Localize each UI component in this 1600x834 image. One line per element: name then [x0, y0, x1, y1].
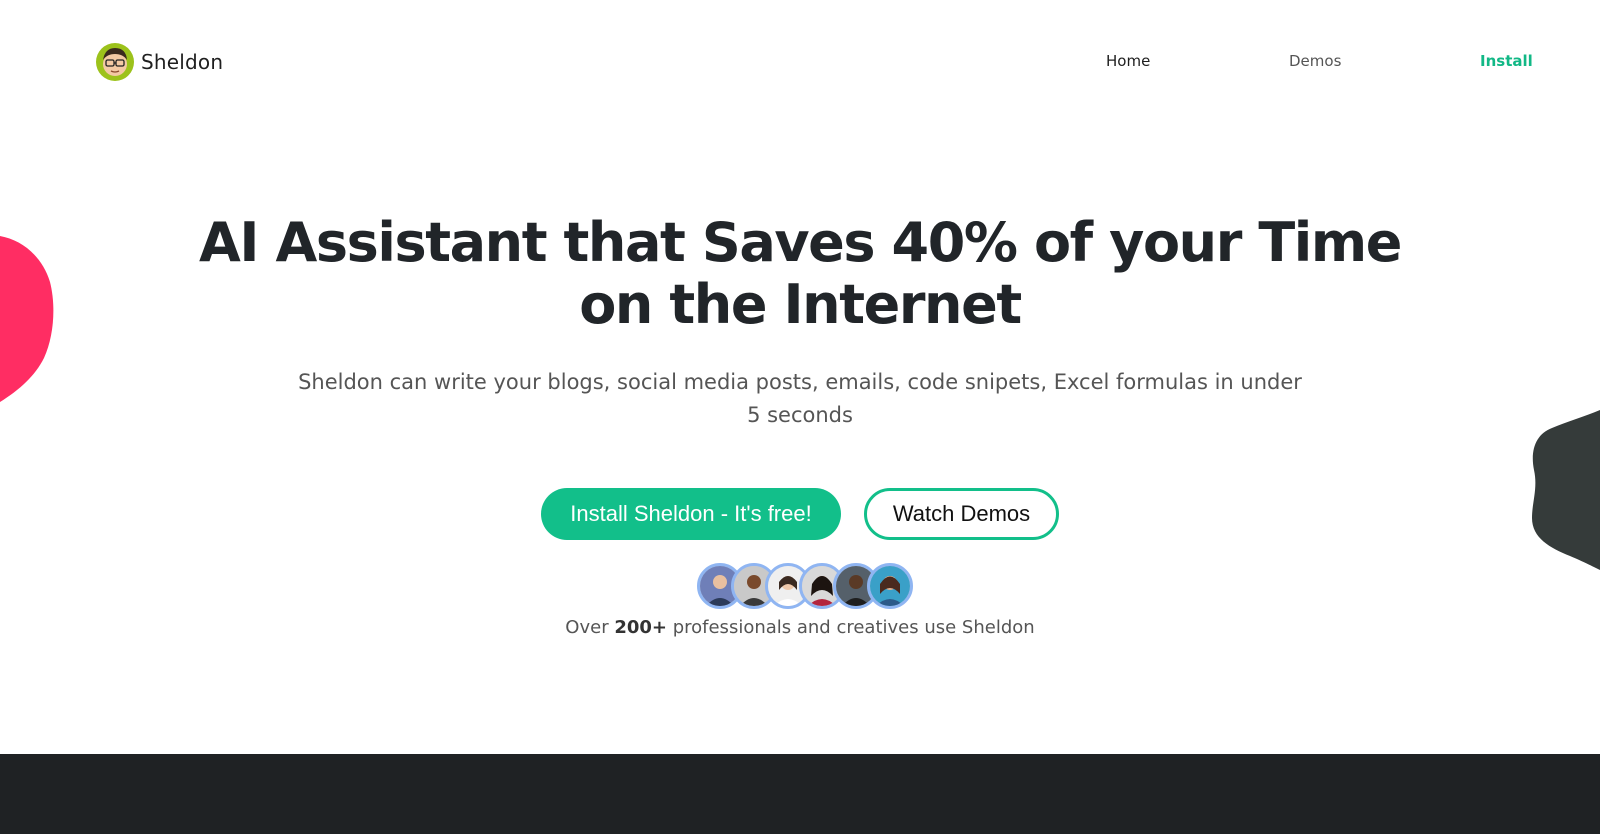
social-proof-prefix: Over	[565, 617, 615, 638]
user-avatars-stack	[697, 563, 917, 609]
brand-name: Sheldon	[141, 50, 224, 74]
nav-install-link[interactable]: Install	[1480, 52, 1533, 70]
decorative-pink-blob	[0, 236, 54, 402]
nav-home-link[interactable]: Home	[1106, 52, 1150, 70]
nav-demos-link[interactable]: Demos	[1289, 52, 1341, 70]
landing-page: Sheldon Home Demos Install AI Assistant …	[0, 0, 1600, 834]
hero-headline-line2: on the Internet	[579, 273, 1022, 336]
decorative-dark-blob	[1532, 410, 1600, 570]
brand-home-link[interactable]: Sheldon	[96, 43, 223, 81]
avatar	[867, 563, 913, 609]
hero-headline-line1: AI Assistant that Saves 40% of your Time	[199, 211, 1402, 274]
social-proof-text: Over 200+ professionals and creatives us…	[400, 617, 1200, 638]
sheldon-avatar-icon	[96, 43, 134, 81]
hero-subtitle: Sheldon can write your blogs, social med…	[298, 370, 1302, 427]
install-sheldon-button[interactable]: Install Sheldon - It's free!	[541, 488, 841, 540]
hero-headline: AI Assistant that Saves 40% of your Time…	[100, 212, 1500, 336]
top-navbar: Sheldon Home Demos Install	[0, 0, 1600, 124]
social-proof-count: 200+	[614, 617, 667, 638]
social-proof-suffix: professionals and creatives use Sheldon	[666, 617, 1035, 638]
watch-demos-button[interactable]: Watch Demos	[864, 488, 1059, 540]
dark-section-band	[0, 754, 1600, 834]
